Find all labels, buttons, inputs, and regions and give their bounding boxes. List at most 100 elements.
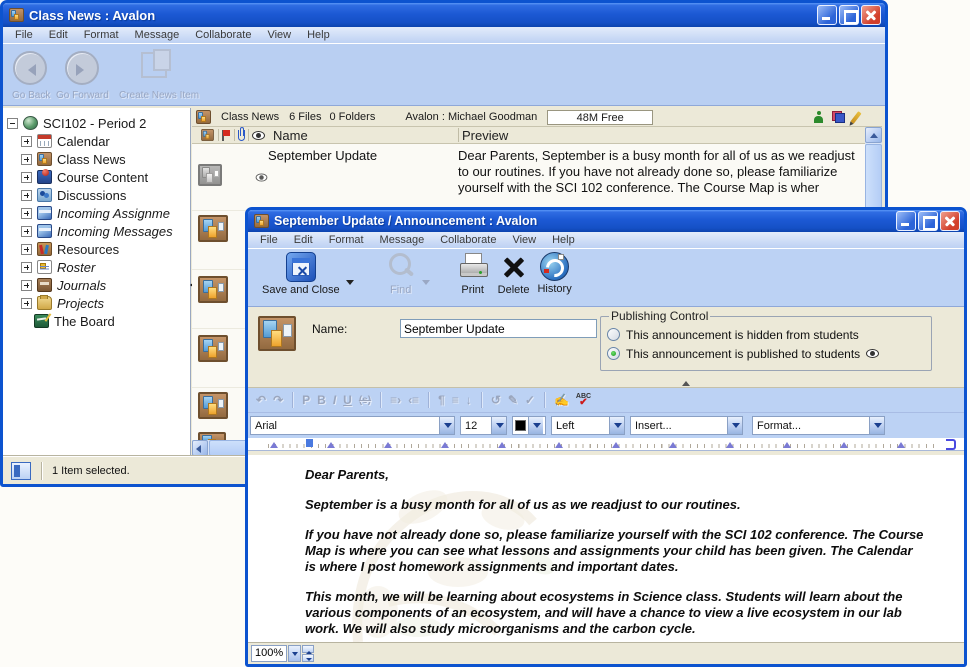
- maximize-button[interactable]: [839, 5, 859, 25]
- menu-edit[interactable]: Edit: [286, 233, 321, 247]
- tree-item-resources[interactable]: Resources: [3, 240, 190, 258]
- zoom-dropdown-button[interactable]: [288, 645, 301, 662]
- format-select[interactable]: Format...: [752, 416, 885, 435]
- minimize-button[interactable]: [896, 211, 916, 231]
- tree-item-course-content[interactable]: Course Content: [3, 168, 190, 186]
- zoom-spinner[interactable]: [302, 645, 314, 662]
- draw-icon[interactable]: ✎: [508, 393, 518, 407]
- right-margin-marker[interactable]: [946, 439, 956, 450]
- menu-file[interactable]: File: [7, 28, 41, 42]
- tree-item-roster[interactable]: Roster: [3, 258, 190, 276]
- title-bar[interactable]: September Update / Announcement : Avalon: [248, 210, 964, 232]
- font-select[interactable]: Arial: [250, 416, 455, 435]
- close-button[interactable]: [940, 211, 960, 231]
- tree-item-projects[interactable]: Projects: [3, 294, 190, 312]
- indent-less-icon[interactable]: ‹≡: [408, 393, 419, 407]
- tree-item-incoming-messages[interactable]: Incoming Messages: [3, 222, 190, 240]
- zoom-level[interactable]: 100%: [251, 645, 287, 662]
- message-body-editor[interactable]: Dear Parents, September is a busy month …: [248, 455, 964, 642]
- find-button[interactable]: Find: [386, 252, 416, 296]
- delete-button[interactable]: Delete: [498, 252, 530, 296]
- menu-edit[interactable]: Edit: [41, 28, 76, 42]
- menu-message[interactable]: Message: [372, 233, 433, 247]
- redo-icon[interactable]: ↷: [273, 393, 283, 407]
- edit-pencil-icon[interactable]: [850, 111, 861, 124]
- list-item-september-update[interactable]: September Update Dear Parents, September…: [192, 145, 865, 211]
- ruler-tab-stop[interactable]: [897, 438, 905, 448]
- menu-collaborate[interactable]: Collaborate: [187, 28, 259, 42]
- ruler-tab-stop[interactable]: [498, 438, 506, 448]
- tree-item-discussions[interactable]: Discussions: [3, 186, 190, 204]
- print-button[interactable]: Print: [458, 252, 488, 296]
- splitter-handle[interactable]: [682, 377, 690, 386]
- message-body-text[interactable]: Dear Parents, September is a busy month …: [248, 455, 964, 637]
- menu-message[interactable]: Message: [127, 28, 188, 42]
- tree-item-calendar[interactable]: Calendar: [3, 132, 190, 150]
- history-button[interactable]: History: [537, 252, 571, 295]
- close-button[interactable]: [861, 5, 881, 25]
- tree-item-the-board[interactable]: The Board: [3, 312, 190, 330]
- published-column-icon[interactable]: [252, 131, 265, 140]
- ruler-tab-stop[interactable]: [441, 438, 449, 448]
- minimize-button[interactable]: [817, 5, 837, 25]
- paragraph-icon[interactable]: ¶: [438, 393, 445, 407]
- item-type-column-icon[interactable]: [201, 129, 214, 141]
- menu-view[interactable]: View: [259, 28, 299, 42]
- plain-icon[interactable]: P: [302, 393, 310, 407]
- spellcheck-icon[interactable]: ABC✔: [576, 394, 591, 406]
- italic-icon[interactable]: I: [333, 393, 336, 407]
- title-bar[interactable]: Class News : Avalon: [3, 3, 885, 27]
- radio-published-option[interactable]: This announcement is published to studen…: [607, 344, 925, 363]
- ruler[interactable]: [248, 438, 964, 451]
- indent-marker[interactable]: [306, 439, 313, 447]
- font-color-select[interactable]: [512, 416, 546, 435]
- ruler-tab-stop[interactable]: [384, 438, 392, 448]
- undo-icon[interactable]: ↶: [256, 393, 266, 407]
- menu-format[interactable]: Format: [76, 28, 127, 42]
- bold-icon[interactable]: B: [317, 393, 326, 407]
- check-icon[interactable]: ✓: [525, 393, 535, 407]
- ruler-tab-stop[interactable]: [669, 438, 677, 448]
- signature-icon[interactable]: ✍: [554, 393, 569, 407]
- go-back-button[interactable]: [13, 51, 47, 85]
- save-options-caret[interactable]: [346, 280, 354, 289]
- insert-select[interactable]: Insert...: [630, 416, 743, 435]
- tree-item-journals[interactable]: Journals: [3, 276, 190, 294]
- layers-icon[interactable]: [832, 111, 845, 123]
- menu-view[interactable]: View: [504, 233, 544, 247]
- go-forward-button[interactable]: [65, 51, 99, 85]
- ruler-tab-stop[interactable]: [555, 438, 563, 448]
- arrow-down-icon[interactable]: ↓: [466, 393, 472, 407]
- radio-unchecked[interactable]: [607, 328, 620, 341]
- tree-item-class-news[interactable]: Class News: [3, 150, 190, 168]
- column-preview[interactable]: Preview: [462, 128, 508, 143]
- indent-more-icon[interactable]: ≡›: [390, 393, 401, 407]
- scroll-up-button[interactable]: [865, 127, 882, 143]
- underline-icon[interactable]: U: [343, 393, 352, 407]
- rotate-icon[interactable]: ↺: [491, 393, 501, 407]
- radio-checked[interactable]: [607, 347, 620, 360]
- justify-icon[interactable]: ≡: [452, 393, 459, 407]
- tree-item-incoming-assignments[interactable]: Incoming Assignme: [3, 204, 190, 222]
- align-select[interactable]: Left: [551, 416, 625, 435]
- pane-toggle-icon[interactable]: [11, 462, 31, 480]
- ruler-tab-stop[interactable]: [840, 438, 848, 448]
- scroll-left-button[interactable]: [192, 440, 208, 456]
- collapse-expander[interactable]: [7, 118, 18, 129]
- name-input[interactable]: [400, 319, 597, 338]
- attachment-column-icon[interactable]: [238, 130, 245, 141]
- radio-hidden-option[interactable]: This announcement is hidden from student…: [607, 325, 925, 344]
- create-news-item-icon[interactable]: [141, 52, 167, 78]
- font-size-select[interactable]: 12: [460, 416, 507, 435]
- save-and-close-button[interactable]: Save and Close: [262, 252, 340, 296]
- menu-help[interactable]: Help: [544, 233, 583, 247]
- ruler-tab-stop[interactable]: [612, 438, 620, 448]
- find-options-caret[interactable]: [422, 280, 430, 289]
- menu-file[interactable]: File: [252, 233, 286, 247]
- strikethrough-icon[interactable]: (s): [359, 395, 371, 406]
- ruler-tab-stop[interactable]: [270, 438, 278, 448]
- menu-help[interactable]: Help: [299, 28, 338, 42]
- ruler-tab-stop[interactable]: [726, 438, 734, 448]
- menu-format[interactable]: Format: [321, 233, 372, 247]
- column-name[interactable]: Name: [273, 128, 455, 143]
